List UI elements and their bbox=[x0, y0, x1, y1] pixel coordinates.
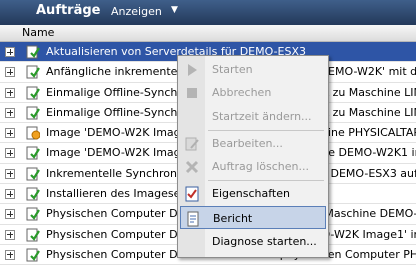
expand-icon[interactable] bbox=[5, 249, 15, 260]
job-ok-icon bbox=[26, 65, 40, 79]
job-warning-icon bbox=[26, 126, 40, 140]
expand-icon[interactable] bbox=[5, 47, 15, 57]
expand-icon[interactable] bbox=[5, 107, 15, 118]
job-ok-icon bbox=[26, 146, 40, 160]
menu-item-label: Diagnose starten... bbox=[212, 235, 317, 248]
job-ok-icon bbox=[26, 228, 40, 242]
chevron-down-icon[interactable]: ▼ bbox=[171, 5, 178, 15]
play-icon bbox=[188, 64, 197, 76]
expand-icon[interactable] bbox=[5, 229, 15, 240]
column-header-label: Name bbox=[22, 26, 55, 39]
menu-item-label: Bearbeiten... bbox=[212, 137, 283, 150]
job-ok-icon bbox=[26, 106, 40, 120]
menu-item-start[interactable]: Starten bbox=[180, 58, 326, 81]
expand-icon[interactable] bbox=[5, 148, 15, 159]
page-title: Aufträge bbox=[36, 3, 101, 18]
menu-item-label: Startzeit ändern... bbox=[212, 110, 312, 123]
properties-icon bbox=[185, 186, 199, 202]
job-ok-icon bbox=[26, 248, 40, 262]
job-ok-icon bbox=[26, 45, 40, 59]
menu-item-properties[interactable]: Eigenschaften bbox=[180, 182, 326, 205]
delete-icon bbox=[185, 160, 199, 174]
menu-item-start-diagnostics[interactable]: Diagnose starten... bbox=[180, 230, 326, 253]
expand-icon[interactable] bbox=[5, 87, 15, 98]
jobs-title-bar: Aufträge Anzeigen ▼ bbox=[0, 0, 416, 25]
menu-item-cancel[interactable]: Abbrechen bbox=[180, 81, 326, 104]
report-icon bbox=[187, 211, 199, 227]
menu-item-delete-job[interactable]: Auftrag löschen... bbox=[180, 155, 326, 178]
job-ok-icon bbox=[26, 207, 40, 221]
expand-icon[interactable] bbox=[5, 209, 15, 220]
expand-icon[interactable] bbox=[5, 189, 15, 200]
expand-icon[interactable] bbox=[5, 168, 15, 179]
menu-separator bbox=[208, 130, 324, 131]
job-ok-icon bbox=[26, 187, 40, 201]
view-menu-button[interactable]: Anzeigen bbox=[111, 5, 162, 18]
menu-item-edit[interactable]: Bearbeiten... bbox=[180, 132, 326, 155]
job-ok-icon bbox=[26, 86, 40, 100]
menu-item-label: Abbrechen bbox=[212, 86, 272, 99]
column-header-name[interactable]: Name bbox=[0, 25, 416, 42]
menu-item-label: Bericht bbox=[213, 212, 253, 225]
expand-icon[interactable] bbox=[5, 67, 15, 78]
edit-icon bbox=[185, 137, 199, 151]
context-menu: Starten Abbrechen Startzeit ändern... Be… bbox=[177, 55, 329, 258]
menu-item-report[interactable]: Bericht bbox=[180, 206, 326, 229]
menu-item-label: Eigenschaften bbox=[212, 187, 290, 200]
menu-item-change-start-time[interactable]: Startzeit ändern... bbox=[180, 105, 326, 128]
job-ok-icon bbox=[26, 167, 40, 181]
menu-separator bbox=[208, 180, 324, 181]
menu-item-label: Starten bbox=[212, 63, 253, 76]
menu-item-label: Auftrag löschen... bbox=[212, 160, 309, 173]
expand-icon[interactable] bbox=[5, 128, 15, 139]
stop-icon bbox=[187, 88, 197, 98]
